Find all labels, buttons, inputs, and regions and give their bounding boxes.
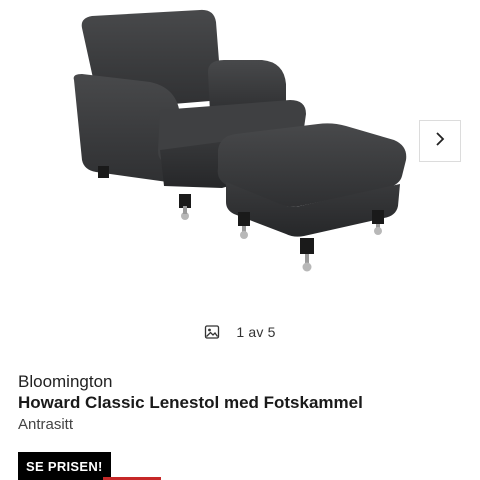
product-variant: Antrasitt [18, 416, 74, 433]
product-gallery [0, 0, 480, 310]
product-title[interactable]: Howard Classic Lenestol med Fotskammel [18, 393, 363, 413]
image-icon[interactable] [204, 324, 220, 340]
see-price-button[interactable]: SE PRISEN! [18, 452, 111, 480]
product-brand: Bloomington [18, 372, 113, 391]
chevron-right-icon [433, 131, 447, 151]
product-image[interactable] [0, 0, 480, 310]
gallery-pager: 1 av 5 [0, 324, 480, 340]
pager-text: 1 av 5 [236, 324, 276, 340]
next-image-button[interactable] [419, 120, 461, 162]
